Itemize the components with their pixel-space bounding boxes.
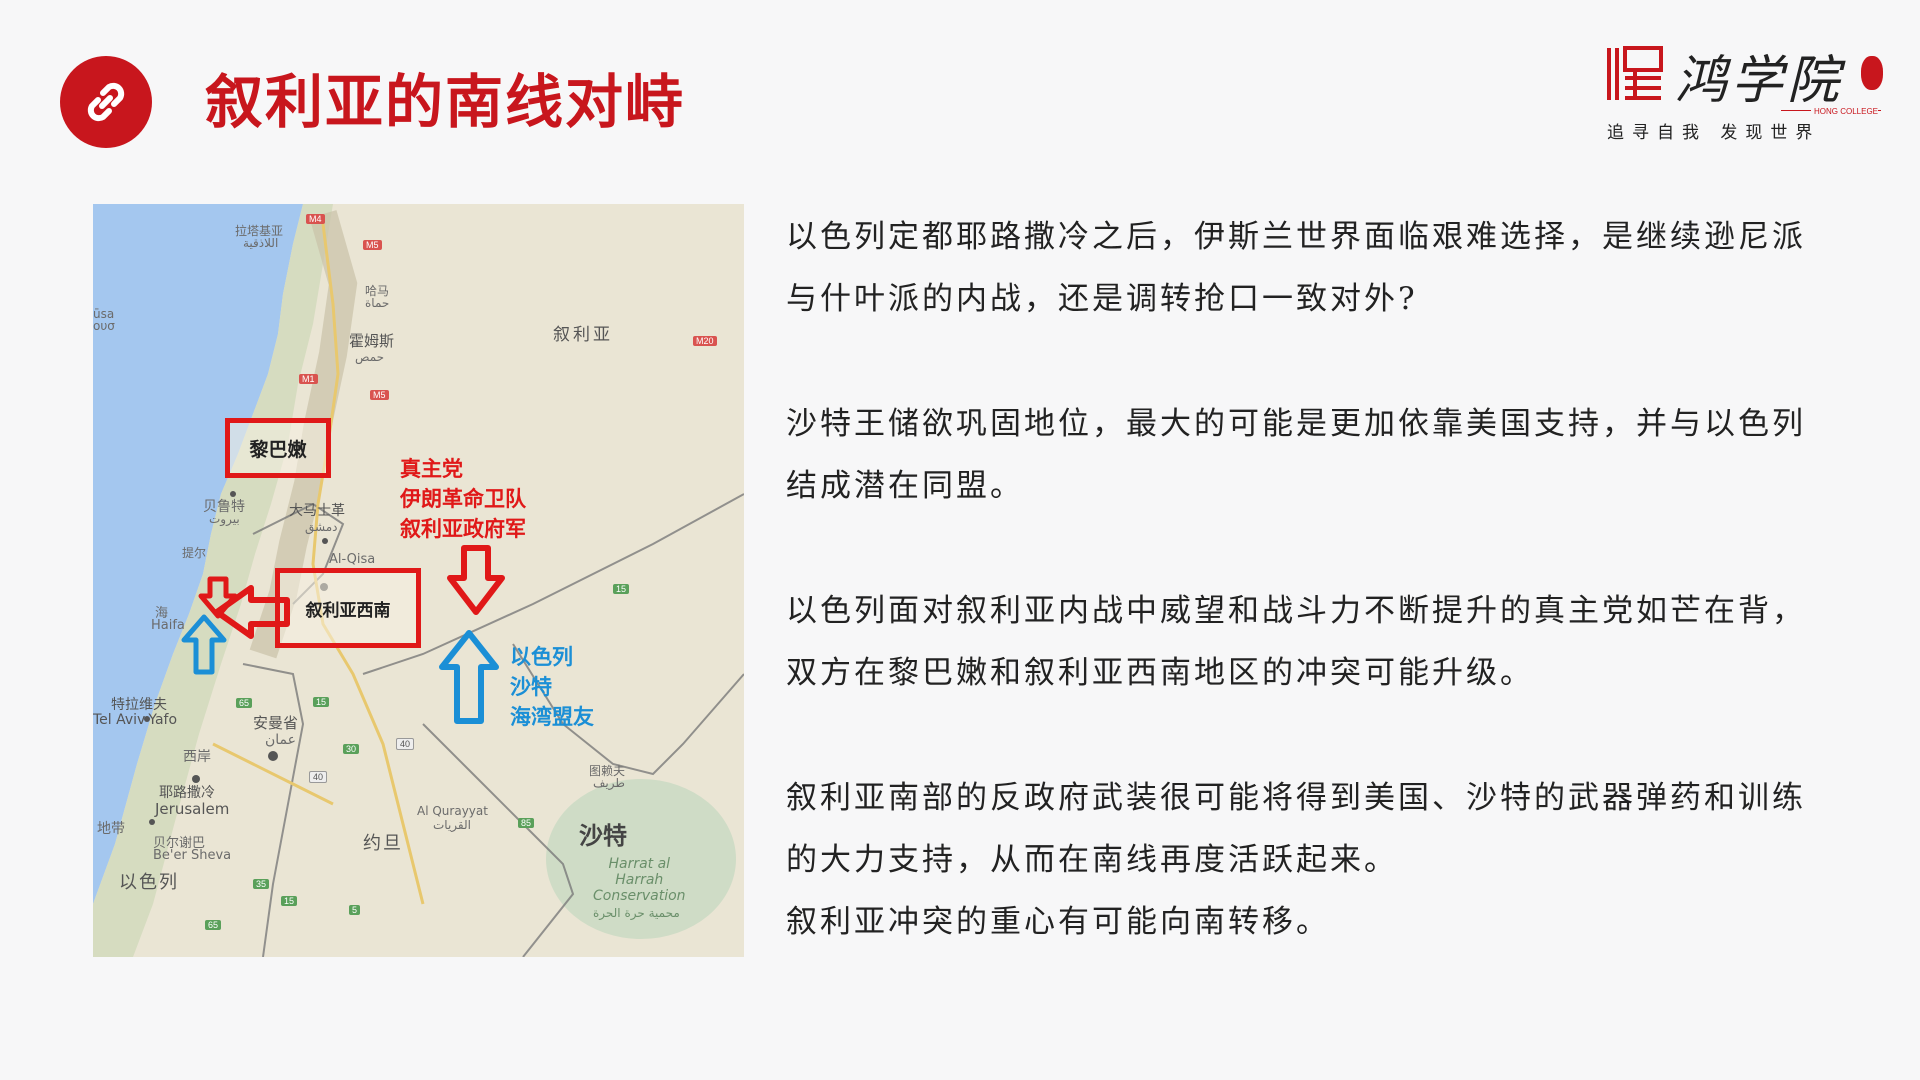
logo-name: 鸿学院 [1675,51,1844,111]
link-icon [87,82,125,122]
route-shield: 65 [205,920,222,930]
map-label-homs: 霍姆斯 [349,332,395,350]
map-label-harrat-ar: محمية حرة الحرة [593,906,680,920]
map-label-jordan: 约旦 [363,833,403,854]
red-down-arrow-icon [447,545,505,615]
logo-seal-icon [1607,46,1663,100]
map-label-amman: 安曼省 [253,714,299,732]
southwest-syria-box: 叙利亚西南 [275,568,421,648]
israel-saudi-axis-label: 以色列 沙特 海湾盟友 [510,642,594,732]
blue-up-small-arrow-icon [181,614,227,675]
route-shield: 15 [613,584,630,594]
map-label-syria: 叙利亚 [553,325,613,345]
route-shield: 35 [253,879,270,889]
college-logo: 鸿学院 HONG COLLEGE 追寻自我 发现世界 [1605,36,1885,146]
lebanon-box: 黎巴嫩 [225,418,331,478]
map-label-al-qisa: Al-Qisa [329,552,376,567]
region-map: M4 M5 M1 M5 M20 65 15 30 40 40 15 35 5 6… [93,204,744,957]
paragraph: 以色列面对叙利亚内战中威望和战斗力不断提升的真主党如芒在背，双方在黎巴嫩和叙利亚… [786,593,1806,691]
map-label-jerusalem: Jerusalem [155,800,230,818]
route-shield: 85 [518,818,535,828]
route-shield: 15 [281,896,298,906]
map-label-homs-ar: حمص [355,350,385,364]
blue-group-line: 沙特 [510,675,552,699]
map-label-beersheba: Be'er Sheva [153,848,232,863]
map-label-damascus-ar: دمشق [305,520,338,534]
route-shield: M5 [363,240,382,250]
route-shield: 65 [236,698,253,708]
map-label-al-qurayyat: Al Qurayyat [417,804,488,818]
map-label-tel-aviv-cn: 特拉维夫 [111,697,167,713]
blue-up-arrow-icon [439,630,499,724]
red-group-line: 真主党 [400,457,463,481]
map-label-haifa: Haifa [151,618,185,633]
route-shield: 40 [309,771,328,783]
analysis-text: 以色列定都耶路撒冷之后，伊斯兰世界面临艰难选择，是继续逊尼派与什叶派的内战，还是… [786,206,1816,953]
map-label-saudi: 沙特 [579,822,627,850]
page-title: 叙利亚的南线对峙 [205,68,686,136]
red-group-line: 叙利亚政府军 [400,517,526,541]
map-label-amman-ar: عمان [265,732,296,748]
map-label-damascus: 大马士革 [289,503,345,519]
map-label-cyprus: ūsa ουσ [93,307,115,333]
paragraph: 以色列定都耶路撒冷之后，伊斯兰世界面临艰难选择，是继续逊尼派与什叶派的内战，还是… [786,219,1806,317]
title-badge [60,56,152,148]
paragraph: 沙特王储欲巩固地位，最大的可能是更加依靠美国支持，并与以色列结成潜在同盟。 [786,406,1806,504]
route-shield: M20 [693,336,717,346]
hezbollah-axis-label: 真主党 伊朗革命卫队 叙利亚政府军 [400,454,526,544]
route-shield: 15 [313,697,330,707]
map-label-hama-ar: حماة [365,296,390,310]
israel-border [242,663,305,957]
paragraph: 叙利亚南部的反政府武装很可能将得到美国、沙特的武器弹药和训练的大力支持，从而在南… [786,780,1806,878]
route-shield: 5 [349,905,361,915]
map-label-tabarjal-ar: طريف [593,776,625,790]
map-label-israel: 以色列 [119,872,179,893]
blue-group-line: 以色列 [510,645,573,669]
blue-group-line: 海湾盟友 [510,705,594,729]
map-label-tyre: 提尔 [182,546,207,560]
paragraph: 叙利亚冲突的重心有可能向南转移。 [786,904,1330,940]
map-label-negev: 地带 [97,821,125,837]
map-label-al-qurayyat-ar: القريات [433,818,471,832]
route-shield: 40 [396,738,415,750]
map-label-jerusalem-cn: 耶路撒冷 [159,785,215,801]
route-shield: 30 [343,744,360,754]
red-group-line: 伊朗革命卫队 [400,487,526,511]
southwest-syria-label: 叙利亚西南 [305,600,391,621]
logo-english: HONG COLLEGE [1811,107,1879,116]
map-label-beirut-ar: بيروت [209,512,240,526]
map-label-tel-aviv: Tel Aviv-Yafo [93,712,178,728]
route-shield: M5 [370,390,389,400]
map-label-harrat: Harrat al Harrah Conservation [593,856,686,904]
logo-slogan: 追寻自我 发现世界 [1607,123,1821,143]
lebanon-label: 黎巴嫩 [249,438,307,461]
route-shield: M4 [306,214,325,224]
map-label-west-bank: 西岸 [183,749,211,765]
logo-stamp [1861,56,1883,90]
route-shield: M1 [299,374,318,384]
map-label-latakia-ar: اللاذقية [243,236,279,250]
